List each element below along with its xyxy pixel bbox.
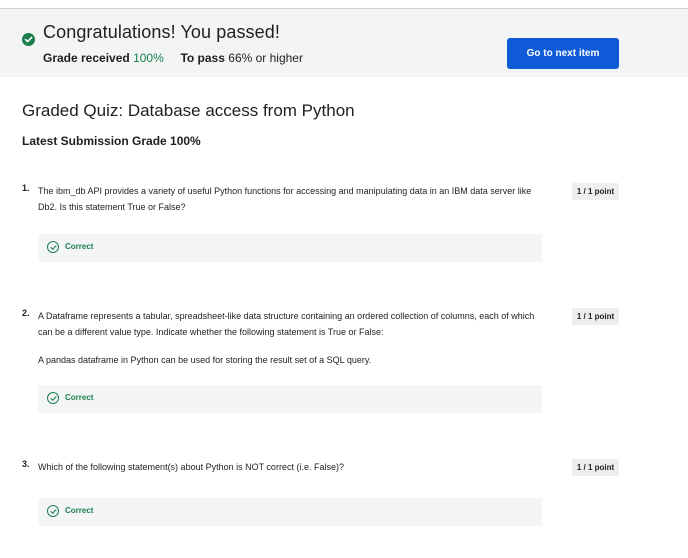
check-circle-icon	[47, 392, 59, 404]
question-text: The ibm_db API provides a variety of use…	[38, 183, 548, 215]
question-prompt: Which of the following statement(s) abou…	[38, 462, 344, 472]
check-circle-icon	[47, 505, 59, 517]
grade-summary: Grade received 100% To pass 66% or highe…	[43, 51, 303, 65]
pass-title: Congratulations! You passed!	[43, 22, 280, 42]
feedback-label: Correct	[65, 242, 94, 251]
question-text: Which of the following statement(s) abou…	[38, 459, 548, 475]
feedback-correct: Correct	[38, 385, 542, 413]
latest-submission-grade: Latest Submission Grade 100%	[22, 134, 201, 148]
points-badge: 1 / 1 point	[572, 459, 619, 476]
check-circle-icon	[22, 33, 35, 46]
to-pass-label: To pass	[180, 51, 225, 65]
question-number: 2.	[22, 308, 30, 318]
pass-banner: Congratulations! You passed! Grade recei…	[0, 9, 688, 77]
check-circle-icon	[47, 241, 59, 253]
feedback-label: Correct	[65, 506, 94, 515]
feedback-correct: Correct	[38, 234, 542, 262]
feedback-correct: Correct	[38, 498, 542, 526]
go-to-next-item-button[interactable]: Go to next item	[507, 38, 619, 69]
question-statement: A pandas dataframe in Python can be used…	[38, 355, 372, 365]
to-pass-value: 66% or higher	[228, 51, 303, 65]
question-prompt: The ibm_db API provides a variety of use…	[38, 186, 532, 212]
page-title: Graded Quiz: Database access from Python	[22, 101, 355, 120]
points-badge: 1 / 1 point	[572, 183, 619, 200]
question-number: 1.	[22, 183, 30, 193]
grade-received-value: 100%	[133, 51, 164, 65]
question-text: A Dataframe represents a tabular, spread…	[38, 308, 548, 368]
feedback-label: Correct	[65, 393, 94, 402]
points-badge: 1 / 1 point	[572, 308, 619, 325]
question-number: 3.	[22, 459, 30, 469]
question-prompt: A Dataframe represents a tabular, spread…	[38, 311, 535, 337]
grade-received-label: Grade received	[43, 51, 130, 65]
